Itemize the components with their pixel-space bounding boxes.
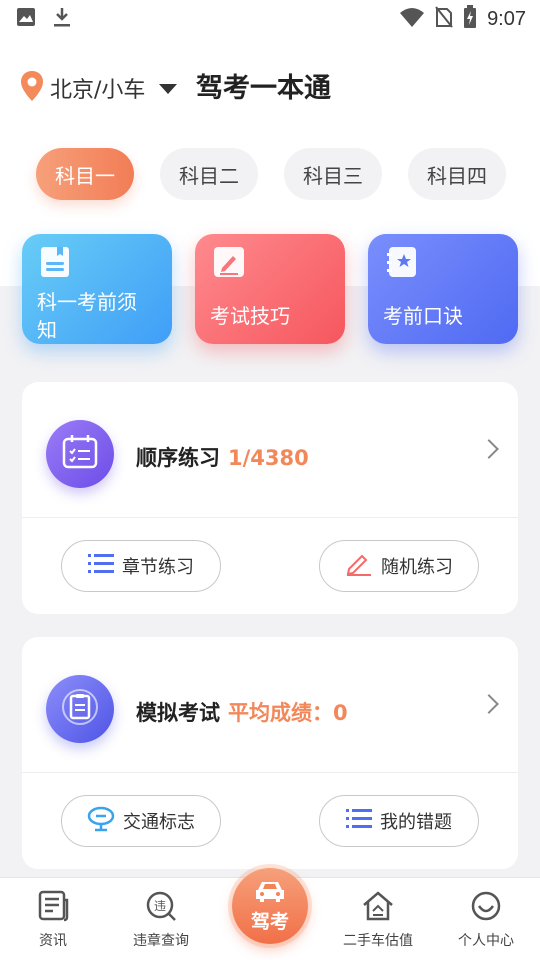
violation-search-icon: 违 — [145, 890, 177, 926]
status-time: 9:07 — [487, 7, 526, 30]
list-icon — [88, 553, 114, 580]
home-valuation-icon — [361, 890, 395, 926]
bottom-nav: 资讯 违 违章查询 驾考 二手车估值 个人中心 — [0, 868, 540, 960]
exam-paper-icon — [61, 688, 99, 730]
exam-notice-card[interactable]: 科一考前须 知 — [22, 234, 172, 344]
download-icon — [52, 6, 72, 32]
profile-icon — [470, 890, 502, 926]
average-score: 平均成绩：0 — [228, 701, 348, 725]
nav-driving-test[interactable]: 驾考 — [232, 868, 308, 944]
traffic-signs-label: 交通标志 — [123, 812, 195, 833]
exam-notice-label-line2: 知 — [37, 318, 57, 342]
checklist-calendar-icon — [61, 433, 99, 475]
subject-tabs: 科目一 科目二 科目三 科目四 — [36, 148, 506, 200]
location-selector[interactable]: 北京/小车 — [20, 70, 178, 106]
chapter-practice-label: 章节练习 — [122, 557, 194, 578]
sequential-practice-title: 顺序练习 1/4380 — [136, 442, 309, 472]
practice-progress: 1/4380 — [228, 446, 309, 470]
chevron-right-icon — [479, 439, 499, 459]
bookmark-doc-icon — [40, 246, 70, 277]
tab-subject-3[interactable]: 科目三 — [284, 148, 382, 200]
location-pin-icon — [20, 70, 44, 106]
exam-notice-label-line1: 科一考前须 — [37, 290, 137, 314]
practice-circle — [46, 420, 114, 488]
sequential-practice-row[interactable]: 顺序练习 1/4380 — [22, 382, 518, 518]
svg-text:违: 违 — [154, 899, 166, 913]
traffic-sign-icon — [87, 806, 115, 837]
sequential-practice-label: 顺序练习 — [136, 446, 220, 470]
news-icon — [37, 890, 69, 926]
nav-violation-search[interactable]: 违 违章查询 — [116, 890, 206, 950]
edit-pen-icon — [213, 246, 244, 277]
nav-news[interactable]: 资讯 — [8, 890, 98, 950]
mock-exam-card: 模拟考试 平均成绩：0 交通标志 我的错题 — [22, 637, 518, 869]
chevron-down-icon — [159, 84, 178, 94]
exam-circle — [46, 675, 114, 743]
my-mistakes-button[interactable]: 我的错题 — [319, 795, 479, 847]
exam-tips-card[interactable]: 考试技巧 — [195, 234, 345, 344]
nav-used-car-valuation[interactable]: 二手车估值 — [333, 890, 423, 950]
image-notification-icon — [16, 7, 36, 31]
mnemonics-label: 考前口诀 — [383, 304, 463, 328]
wifi-icon — [399, 6, 425, 32]
nav-driving-test-label: 驾考 — [250, 910, 289, 933]
exam-tips-label: 考试技巧 — [210, 304, 290, 328]
nav-profile[interactable]: 个人中心 — [441, 890, 531, 950]
app-title: 驾考一本通 — [196, 73, 331, 104]
chapter-practice-button[interactable]: 章节练习 — [61, 540, 221, 592]
random-practice-button[interactable]: 随机练习 — [319, 540, 479, 592]
nav-violation-label: 违章查询 — [133, 933, 189, 949]
mnemonics-card[interactable]: 考前口诀 — [368, 234, 518, 344]
tab-subject-1[interactable]: 科目一 — [36, 148, 134, 200]
mock-exam-row[interactable]: 模拟考试 平均成绩：0 — [22, 637, 518, 773]
chevron-right-icon — [479, 694, 499, 714]
nav-news-label: 资讯 — [39, 933, 67, 949]
nav-used-car-label: 二手车估值 — [343, 933, 413, 949]
location-label: 北京/小车 — [50, 78, 146, 103]
car-icon — [253, 879, 287, 909]
mock-exam-title: 模拟考试 平均成绩：0 — [136, 697, 348, 727]
tab-subject-4[interactable]: 科目四 — [408, 148, 506, 200]
random-practice-label: 随机练习 — [381, 557, 453, 578]
pencil-icon — [345, 552, 373, 581]
sequential-practice-card: 顺序练习 1/4380 章节练习 随机练习 — [22, 382, 518, 614]
tab-subject-2[interactable]: 科目二 — [160, 148, 258, 200]
no-sim-icon — [435, 6, 453, 32]
star-notebook-icon — [386, 246, 416, 277]
traffic-signs-button[interactable]: 交通标志 — [61, 795, 221, 847]
mock-exam-label: 模拟考试 — [136, 701, 220, 725]
battery-charging-icon — [463, 5, 477, 33]
list-icon — [346, 808, 372, 835]
status-bar: 9:07 — [0, 0, 540, 36]
nav-profile-label: 个人中心 — [458, 933, 514, 949]
my-mistakes-label: 我的错题 — [380, 812, 452, 833]
